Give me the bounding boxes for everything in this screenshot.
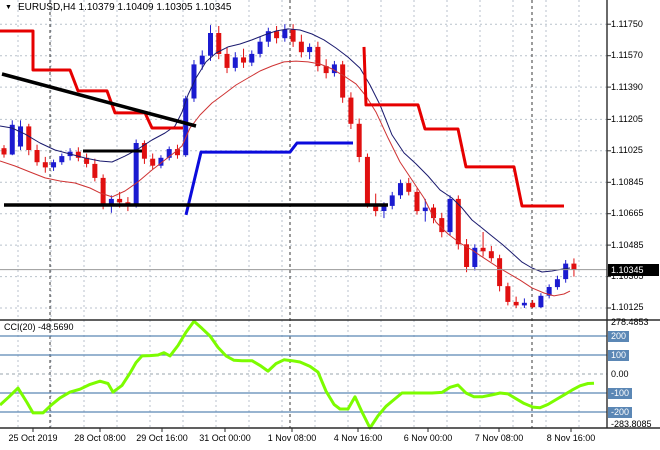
time-axis-label: 8 Nov 16:00 [546, 433, 596, 443]
candle-body [282, 29, 288, 39]
candle-body [497, 258, 503, 287]
candle-body [150, 158, 156, 166]
candle-body [232, 57, 238, 68]
price-axis-label: 1.10125 [611, 302, 644, 313]
candle-body [224, 53, 230, 68]
time-axis-label: 31 Oct 00:00 [199, 433, 251, 443]
candlestick-chart-canvas[interactable] [0, 0, 660, 450]
candle-body [51, 162, 57, 168]
candle-body [100, 177, 106, 206]
candle-body [406, 183, 412, 192]
price-axis-label: 1.11205 [611, 113, 643, 124]
candle-body [530, 302, 536, 308]
candle-body [290, 29, 296, 42]
trend-step-red-right [362, 46, 564, 208]
time-axis-label: 25 Oct 2019 [8, 433, 58, 443]
cci-level-badge: -100 [608, 387, 633, 399]
candle-body [257, 41, 263, 54]
cci-zero-label: 0.00 [611, 368, 629, 379]
price-axis-label: 1.11390 [611, 81, 643, 92]
candle-body [397, 183, 403, 196]
candle-body [307, 46, 313, 53]
candle-body [241, 57, 247, 63]
candle-body [42, 162, 48, 168]
chart-title-text: EURUSD,H4 1.10379 1.10409 1.10305 1.1034… [17, 2, 232, 13]
black-trendline [1, 72, 197, 128]
candle-body [414, 191, 420, 212]
candle-body [34, 150, 40, 163]
candle-body [348, 97, 354, 124]
candle-body [92, 163, 98, 178]
price-axis-label: 1.11025 [611, 145, 643, 156]
candle-body [1, 148, 7, 155]
candle-body [447, 198, 453, 233]
candle-body [26, 126, 32, 150]
candle-body [422, 207, 428, 212]
chart-title: ▼ EURUSD,H4 1.10379 1.10409 1.10305 1.103… [5, 2, 231, 13]
cci-min-label: -283.8085 [611, 419, 652, 429]
candle-body [488, 251, 494, 259]
candle-body [513, 301, 519, 306]
cci-level-badge: -200 [608, 406, 633, 418]
candle-body [208, 33, 213, 56]
price-axis-label: 1.10845 [611, 176, 644, 187]
bid-price-badge: 1.10345 [608, 263, 659, 276]
cci-max-label: 278.4853 [611, 317, 649, 327]
candle-body [59, 156, 65, 163]
candle-body [538, 295, 544, 308]
candle-body [571, 263, 577, 270]
candle-body [274, 31, 280, 39]
time-axis-label: 1 Nov 08:00 [267, 433, 317, 443]
time-axis-label: 28 Oct 08:00 [74, 433, 126, 443]
candle-body [356, 123, 362, 157]
candle-body [505, 286, 511, 302]
candle-body [389, 195, 395, 206]
candle-body [554, 279, 560, 288]
candle-body [521, 302, 527, 306]
price-axis-label: 1.10665 [611, 208, 644, 219]
symbol-dropdown-icon[interactable]: ▼ [5, 4, 12, 11]
cci-indicator-label: CCI(20) -48.5690 [4, 322, 74, 332]
time-axis-label: 6 Nov 00:00 [403, 433, 453, 443]
cci-level-badge: 100 [608, 349, 630, 361]
time-axis-label: 4 Nov 16:00 [333, 433, 383, 443]
candle-body [249, 53, 255, 63]
candle-body [340, 64, 346, 98]
mt4-chart-window: ▼ EURUSD,H4 1.10379 1.10409 1.10305 1.103… [0, 0, 660, 450]
candle-body [480, 247, 486, 252]
price-axis-label: 1.11570 [611, 50, 643, 61]
cci-level-badge: 200 [608, 330, 630, 342]
candle-body [298, 41, 304, 53]
price-axis-label: 1.11750 [611, 18, 643, 29]
candle-body [563, 263, 569, 280]
candle-body [18, 126, 24, 147]
candle-body [117, 198, 123, 203]
candle-body [199, 55, 205, 65]
time-axis-label: 7 Nov 08:00 [474, 433, 524, 443]
price-axis-label: 1.10485 [611, 239, 644, 250]
candle-body [364, 156, 370, 205]
time-axis-label: 29 Oct 16:00 [136, 433, 188, 443]
